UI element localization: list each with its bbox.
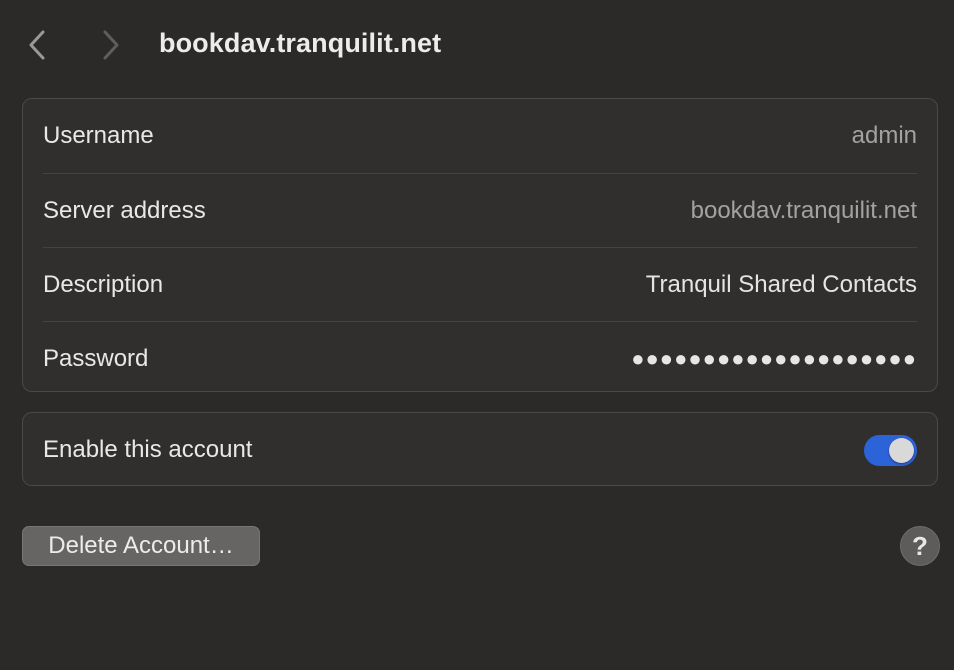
page-title: bookdav.tranquilit.net [159, 28, 442, 58]
server-address-label: Server address [43, 196, 206, 224]
toolbar: bookdav.tranquilit.net [0, 0, 954, 90]
password-row: Password ●●●●●●●●●●●●●●●●●●●● [43, 321, 917, 395]
username-row: Username admin [43, 99, 917, 173]
question-mark-icon: ? [912, 530, 928, 561]
chevron-right-icon [103, 30, 119, 60]
help-button[interactable]: ? [900, 526, 940, 566]
description-field[interactable]: Tranquil Shared Contacts [646, 271, 917, 299]
delete-account-button[interactable]: Delete Account… [22, 526, 260, 566]
username-value[interactable]: admin [852, 122, 917, 150]
enable-account-label: Enable this account [43, 436, 253, 463]
back-button[interactable] [20, 26, 56, 64]
account-details-group: Username admin Server address bookdav.tr… [22, 98, 938, 392]
description-label: Description [43, 270, 164, 298]
enable-account-group: Enable this account [22, 412, 938, 486]
chevron-left-icon [29, 30, 45, 60]
server-address-value[interactable]: bookdav.tranquilit.net [691, 197, 917, 225]
toggle-knob [889, 437, 914, 463]
forward-button[interactable] [92, 26, 128, 64]
username-label: Username [43, 122, 154, 149]
password-field[interactable]: ●●●●●●●●●●●●●●●●●●●● [631, 346, 917, 372]
password-label: Password [43, 344, 149, 372]
enable-account-row: Enable this account [43, 413, 917, 487]
enable-account-toggle[interactable] [864, 434, 917, 466]
description-row: Description Tranquil Shared Contacts [43, 247, 917, 321]
server-address-row: Server address bookdav.tranquilit.net [43, 173, 917, 247]
